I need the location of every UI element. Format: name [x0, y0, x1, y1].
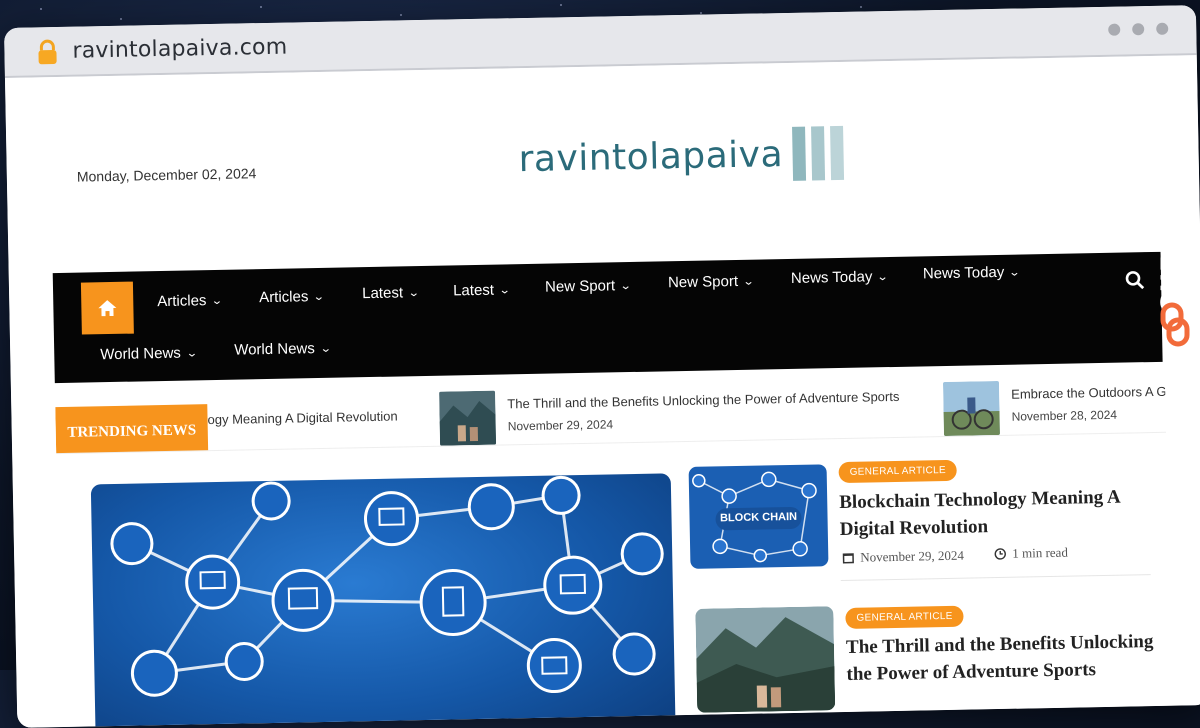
chevron-down-icon: ⌄ — [498, 284, 511, 297]
nav-label: New Sport — [667, 272, 739, 292]
category-badge[interactable]: GENERAL ARTICLE — [838, 459, 958, 484]
chevron-down-icon: ⌄ — [185, 347, 198, 360]
nav-label: Articles — [259, 288, 309, 307]
search-icon[interactable] — [1125, 270, 1145, 290]
mountain-thumbnail — [695, 606, 836, 713]
nav-label: Latest — [452, 281, 495, 300]
divider — [840, 574, 1151, 582]
window-controls — [1108, 22, 1169, 36]
trending-item-title: The Thrill and the Benefits Unlocking th… — [507, 388, 900, 412]
nav-label: World News — [234, 340, 315, 359]
window-dot[interactable] — [1156, 22, 1169, 35]
chevron-down-icon: ⌄ — [210, 294, 224, 308]
logo-bars-icon — [792, 125, 845, 181]
home-icon — [98, 300, 117, 317]
current-date: Monday, December 02, 2024 — [76, 165, 257, 185]
nav-label: New Sport — [544, 277, 616, 296]
nav-item-latest[interactable]: Latest ⌄ — [452, 281, 511, 300]
trending-label: TRENDING NEWS — [55, 404, 209, 455]
chevron-down-icon: ⌄ — [319, 342, 332, 356]
nav-item-world-news[interactable]: World News ⌄ — [100, 344, 198, 364]
trending-item-title: Embrace the Outdoors A G — [1011, 383, 1166, 402]
chevron-down-icon: ⌄ — [1008, 266, 1022, 279]
trending-item[interactable]: Embrace the Outdoors A G November 28, 20… — [942, 378, 1166, 437]
address-bar[interactable]: ravintolapaiva.com — [72, 35, 287, 64]
chevron-down-icon: ⌄ — [407, 287, 420, 300]
window-dot[interactable] — [1108, 23, 1121, 36]
nav-item-news-today[interactable]: News Today ⌄ — [790, 268, 890, 287]
nav-item-latest[interactable]: Latest ⌄ — [362, 284, 420, 303]
nav-item-articles[interactable]: Articles ⌄ — [157, 292, 224, 311]
article-title[interactable]: The Thrill and the Benefits Unlocking th… — [846, 628, 1167, 688]
article-thumbnail[interactable] — [695, 606, 836, 713]
web-page: Monday, December 02, 2024 ravintolapaiva… — [4, 55, 1200, 728]
nav-label: News Today — [922, 263, 1005, 283]
featured-article-image[interactable] — [90, 473, 676, 728]
trending-item[interactable]: The Thrill and the Benefits Unlocking th… — [439, 383, 900, 446]
home-button[interactable] — [80, 281, 134, 335]
article-date-text: November 29, 2024 — [860, 547, 965, 565]
nav-label: Latest — [362, 284, 404, 303]
network-illustration — [110, 475, 664, 697]
article-thumbnail[interactable]: BLOCK CHAIN — [688, 464, 829, 569]
chevron-down-icon: ⌄ — [312, 290, 326, 304]
trending-item-title[interactable]: ogy Meaning A Digital Revolution — [207, 409, 397, 428]
nav-item-new-sport[interactable]: New Sport ⌄ — [544, 277, 632, 296]
nav-label: Articles — [157, 292, 207, 311]
read-time: 1 min read — [994, 545, 1068, 562]
read-time-text: 1 min read — [1012, 544, 1068, 561]
clock-icon — [994, 548, 1006, 560]
trending-thumbnail — [942, 380, 1000, 437]
trending-thumbnail — [439, 390, 497, 446]
chevron-down-icon: ⌄ — [619, 279, 632, 293]
chevron-down-icon: ⌄ — [876, 271, 890, 284]
window-dot[interactable] — [1132, 23, 1145, 36]
article-title[interactable]: Blockchain Technology Meaning A Digital … — [839, 483, 1130, 543]
nav-label: News Today — [790, 268, 873, 287]
nav-item-new-sport[interactable]: New Sport ⌄ — [667, 272, 755, 292]
link-icon — [1160, 302, 1190, 347]
watermark-text: GUESTPOSTLINKS — [1156, 58, 1184, 314]
browser-window: ravintolapaiva.com Monday, December 02, … — [4, 5, 1200, 728]
article-date: November 29, 2024 — [842, 548, 964, 566]
nav-item-news-today[interactable]: News Today ⌄ — [922, 263, 1022, 283]
nav-item-world-news[interactable]: World News ⌄ — [234, 340, 332, 359]
trending-item-date: November 29, 2024 — [507, 417, 614, 434]
category-badge[interactable]: GENERAL ARTICLE — [845, 605, 964, 629]
nav-label: World News — [100, 344, 182, 364]
calendar-icon — [842, 553, 854, 564]
nav-item-articles[interactable]: Articles ⌄ — [259, 288, 326, 307]
main-navigation: Articles ⌄ Articles ⌄ Latest ⌄ Latest ⌄ New … — [52, 251, 1163, 384]
logo-text: ravintolapaiva — [518, 133, 784, 180]
trending-item-date: November 28, 2024 — [1011, 407, 1118, 424]
trending-bar: TRENDING NEWS ogy Meaning A Digital Revo… — [55, 373, 1166, 455]
site-logo[interactable]: ravintolapaiva — [518, 125, 845, 186]
lock-icon — [38, 39, 57, 65]
chevron-down-icon: ⌄ — [742, 275, 755, 288]
